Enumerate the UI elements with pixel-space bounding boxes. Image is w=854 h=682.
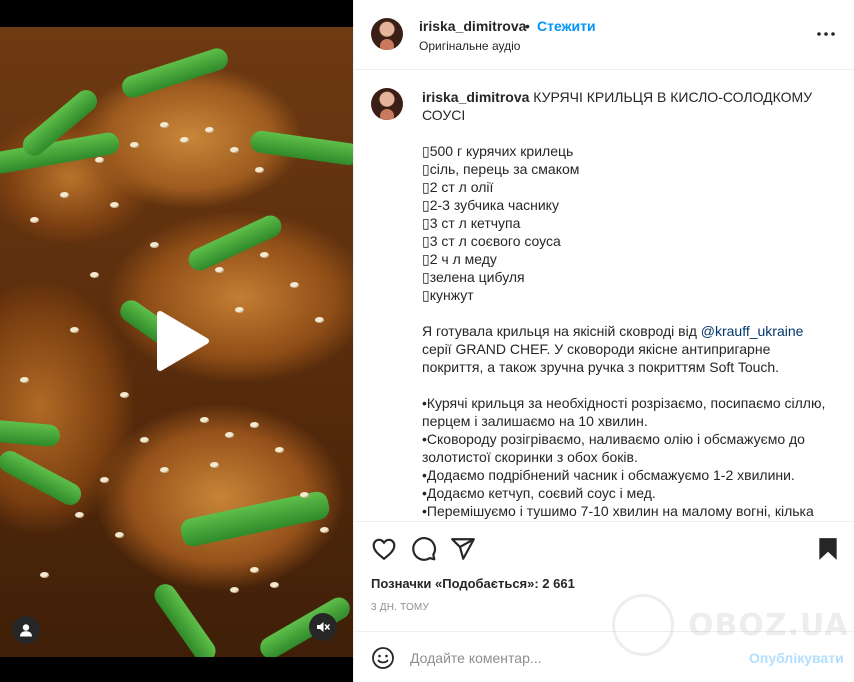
food-decoration [230, 147, 239, 153]
food-decoration [40, 572, 49, 578]
comment-icon [412, 537, 437, 561]
ingredient-item: ▯2 ст л олії [422, 179, 494, 195]
food-decoration [70, 327, 79, 333]
play-button[interactable] [150, 310, 212, 372]
step-item: •Перемішуємо і тушимо 7-10 хвилин на мал… [422, 503, 814, 519]
food-decoration [60, 192, 69, 198]
food-decoration [270, 582, 279, 588]
food-decoration [185, 211, 285, 275]
food-decoration [215, 267, 224, 273]
follow-button[interactable]: Стежити [537, 18, 596, 34]
bookmark-icon [819, 538, 837, 560]
food-decoration [20, 377, 29, 383]
more-options-button[interactable] [816, 24, 836, 44]
like-button[interactable] [371, 536, 397, 562]
food-decoration [256, 593, 353, 657]
save-button[interactable] [815, 536, 841, 562]
publish-button[interactable]: Опублікувати [749, 650, 844, 666]
food-decoration [249, 129, 353, 167]
food-decoration [100, 477, 109, 483]
avatar[interactable] [371, 18, 403, 50]
separator-dot: • [525, 18, 530, 34]
food-decoration [150, 242, 159, 248]
user-icon [20, 624, 32, 637]
food-decoration [0, 130, 121, 176]
food-decoration [115, 532, 124, 538]
step-item: •Додаємо кетчуп, соєвий соус і мед. [422, 485, 656, 501]
food-decoration [210, 462, 219, 468]
food-decoration [250, 422, 259, 428]
food-decoration [0, 447, 85, 509]
food-decoration [120, 392, 129, 398]
food-decoration [225, 432, 234, 438]
step-item: •Додаємо подрібнений часник і обсмажуємо… [422, 467, 795, 483]
food-decoration [180, 137, 189, 143]
more-icon [817, 32, 835, 36]
food-decoration [260, 252, 269, 258]
ingredient-item: ▯зелена цибуля [422, 269, 525, 285]
food-decoration [315, 317, 324, 323]
caption-username[interactable]: iriska_dimitrova [422, 89, 529, 105]
post-timestamp[interactable]: 3 ДН. ТОМУ [371, 602, 429, 613]
food-decoration [200, 417, 209, 423]
food-decoration [150, 579, 220, 657]
food-decoration [250, 567, 259, 573]
share-button[interactable] [450, 536, 476, 562]
food-decoration [90, 272, 99, 278]
emoji-button[interactable] [371, 646, 395, 670]
ingredient-item: ▯500 г курячих крилець [422, 143, 574, 159]
food-decoration [320, 527, 329, 533]
step-item: •Курячі крильця за необхідності розрізає… [422, 395, 826, 429]
caption-avatar[interactable] [371, 88, 403, 120]
comment-input[interactable] [410, 642, 740, 674]
food-decoration [95, 157, 104, 163]
food-decoration [290, 282, 299, 288]
food-decoration [160, 467, 169, 473]
emoji-icon [372, 647, 394, 669]
food-decoration [178, 489, 332, 549]
food-decoration [119, 45, 231, 101]
ingredient-item: ▯3 ст л соєвого соуса [422, 233, 561, 249]
mute-button[interactable] [309, 613, 337, 641]
ingredient-item: ▯2 ч л меду [422, 251, 497, 267]
intro-text: серії GRAND CHEF. У сковороди якісне ант… [422, 341, 780, 375]
post-header: iriska_dimitrova • Стежити Оригінальне а… [354, 0, 854, 70]
action-bar [354, 521, 854, 573]
food-decoration [30, 217, 39, 223]
ingredient-item: ▯кунжут [422, 287, 474, 303]
comment-button[interactable] [411, 536, 437, 562]
food-decoration [110, 202, 119, 208]
food-decoration [255, 167, 264, 173]
food-decoration [300, 492, 309, 498]
intro-text: Я готувала крильця на якісній сковроді в… [422, 323, 701, 339]
tagged-users-button[interactable] [12, 616, 40, 644]
food-decoration [235, 307, 244, 313]
caption-text: iriska_dimitrova КУРЯЧІ КРИЛЬЦЯ В КИСЛО-… [422, 88, 832, 520]
food-decoration [205, 127, 214, 133]
post-panel: iriska_dimitrova • Стежити Оригінальне а… [353, 0, 854, 682]
play-icon [157, 311, 209, 371]
ingredient-item: ▯сіль, перець за смаком [422, 161, 580, 177]
heart-icon [372, 538, 396, 560]
share-icon [451, 538, 475, 560]
food-decoration [75, 512, 84, 518]
mention-link[interactable]: @krauff_ukraine [701, 323, 804, 339]
video-player[interactable] [0, 0, 353, 682]
step-item: •Сковороду розігріваємо, наливаємо олію … [422, 431, 805, 465]
food-decoration [275, 447, 284, 453]
author-username[interactable]: iriska_dimitrova [419, 18, 526, 34]
intro-paragraph: Я готувала крильця на якісній сковроді в… [422, 322, 832, 376]
food-decoration [0, 418, 61, 448]
food-decoration [140, 437, 149, 443]
comment-bar: Опублікувати [354, 631, 854, 682]
caption-area: iriska_dimitrova КУРЯЧІ КРИЛЬЦЯ В КИСЛО-… [354, 71, 854, 521]
audio-link[interactable]: Оригінальне аудіо [419, 39, 520, 53]
ingredient-item: ▯3 ст л кетчупа [422, 215, 521, 231]
food-decoration [130, 142, 139, 148]
mute-icon [317, 622, 330, 632]
ingredient-item: ▯2-3 зубчика часнику [422, 197, 559, 213]
likes-count[interactable]: Позначки «Подобається»: 2 661 [371, 576, 575, 591]
food-decoration [230, 587, 239, 593]
food-decoration [160, 122, 169, 128]
